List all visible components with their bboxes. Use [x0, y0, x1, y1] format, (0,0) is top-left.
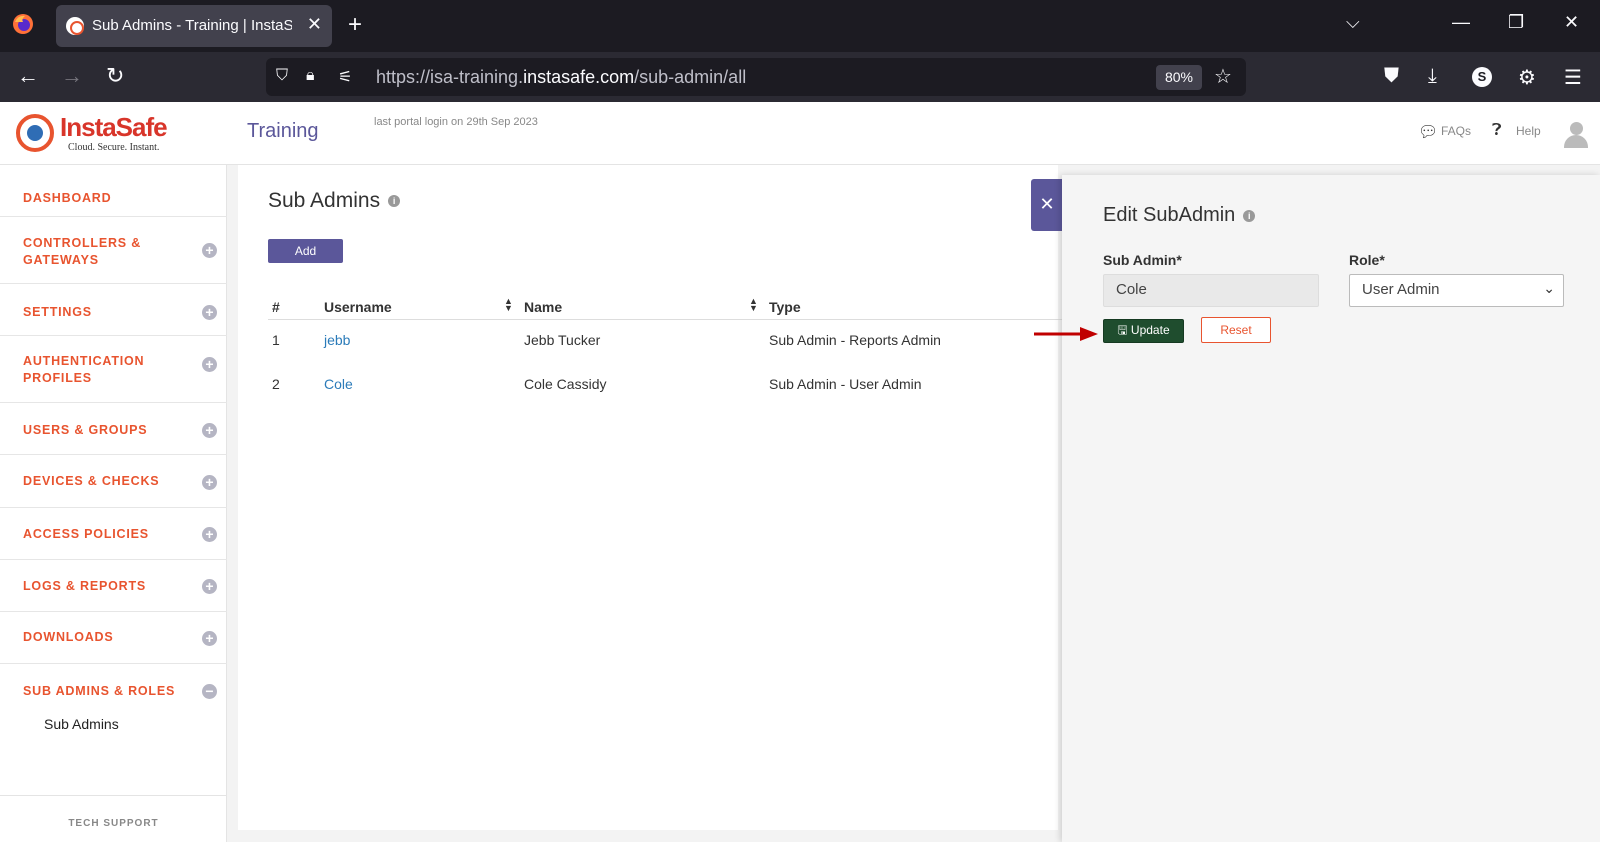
- expand-plus-icon[interactable]: +: [202, 631, 217, 646]
- url-text[interactable]: https://isa-training.instasafe.com/sub-a…: [376, 67, 746, 88]
- main-panel: Sub Admins i Add # Username ▲ ▼ Name ▲ ▼ Ty…: [238, 165, 1068, 830]
- browser-tab-active[interactable]: Sub Admins - Training | InstaSafe ✕: [56, 5, 332, 47]
- expand-plus-icon[interactable]: +: [202, 527, 217, 542]
- role-select[interactable]: User Admin ⌄: [1349, 274, 1564, 307]
- sidebar-item-dashboard[interactable]: DASHBOARD: [0, 165, 227, 217]
- expand-plus-icon[interactable]: +: [202, 475, 217, 490]
- forward-arrow-icon[interactable]: →: [61, 63, 83, 89]
- expand-plus-icon[interactable]: +: [202, 579, 217, 594]
- download-icon[interactable]: ⤓: [1428, 65, 1437, 88]
- faqs-link[interactable]: FAQs: [1441, 124, 1471, 138]
- new-tab-icon[interactable]: +: [348, 11, 362, 39]
- chevron-down-icon[interactable]: ⌵: [1346, 12, 1360, 33]
- column-header-type: Type: [769, 299, 801, 315]
- sidebar-item-downloads[interactable]: DOWNLOADS +: [0, 612, 227, 664]
- shield-icon[interactable]: ⛉: [276, 67, 288, 85]
- expand-plus-icon[interactable]: +: [202, 305, 217, 320]
- app-header: InstaSafe Cloud. Secure. Instant. Traini…: [0, 102, 1600, 165]
- edit-subadmin-drawer: Edit SubAdmin i Sub Admin* Role* Cole Use…: [1062, 175, 1600, 842]
- page: InstaSafe Cloud. Secure. Instant. Traini…: [0, 102, 1600, 842]
- column-header-name[interactable]: Name: [524, 299, 562, 315]
- extensions-icon[interactable]: ⚙: [1518, 65, 1536, 90]
- info-icon[interactable]: i: [388, 195, 401, 208]
- help-icon[interactable]: ❓︎: [1492, 122, 1502, 140]
- restore-icon[interactable]: ❐: [1508, 12, 1524, 33]
- org-name: Training: [247, 120, 319, 142]
- chevron-down-icon: ⌄: [1543, 280, 1555, 296]
- save-icon: 🖫︎: [1117, 322, 1131, 337]
- sidebar-item-authentication-profiles[interactable]: AUTHENTICATION PROFILES +: [0, 336, 227, 403]
- instasafe-logo[interactable]: InstaSafe Cloud. Secure. Instant.: [16, 112, 168, 156]
- url-bar[interactable]: ⛉ 🔒︎ ⚟ https://isa-training.instasafe.co…: [266, 58, 1246, 96]
- close-tab-icon[interactable]: ✕: [307, 14, 322, 35]
- sidebar: DASHBOARD CONTROLLERS & GATEWAYS + SETTI…: [0, 165, 227, 842]
- expand-plus-icon[interactable]: +: [202, 423, 217, 438]
- sidebar-item-settings[interactable]: SETTINGS +: [0, 284, 227, 336]
- back-arrow-icon[interactable]: ←: [17, 63, 39, 89]
- sort-icon[interactable]: ▲ ▼: [504, 297, 513, 313]
- sidebar-item-devices-checks[interactable]: DEVICES & CHECKS +: [0, 455, 227, 508]
- column-header-num: #: [272, 299, 280, 315]
- profile-avatar[interactable]: S: [1472, 67, 1492, 87]
- lock-icon[interactable]: 🔒︎: [306, 67, 315, 85]
- firefox-icon[interactable]: [12, 13, 34, 35]
- annotation-arrow-icon: [1034, 327, 1098, 341]
- logo-ring-icon: [16, 114, 54, 152]
- username-link[interactable]: Cole: [324, 376, 353, 392]
- sidebar-item-controllers-gateways[interactable]: CONTROLLERS & GATEWAYS +: [0, 217, 227, 284]
- browser-tab-bar: Sub Admins - Training | InstaSafe ✕ + ⌵ …: [0, 0, 1600, 52]
- zoom-level[interactable]: 80%: [1156, 65, 1202, 90]
- username-link[interactable]: jebb: [324, 332, 350, 348]
- sidebar-item-sub-admins-roles[interactable]: SUB ADMINS & ROLES − Sub Admins: [0, 664, 227, 759]
- table-header: # Username ▲ ▼ Name ▲ ▼ Type: [268, 295, 1068, 320]
- reload-icon[interactable]: ↻: [106, 63, 124, 89]
- sub-admin-field: Cole: [1103, 274, 1319, 307]
- last-login-text: last portal login on 29th Sep 2023: [374, 116, 538, 128]
- pocket-icon[interactable]: ⛊: [1384, 65, 1399, 88]
- role-label: Role*: [1349, 252, 1385, 268]
- expand-plus-icon[interactable]: +: [202, 357, 217, 372]
- minimize-icon[interactable]: —: [1452, 12, 1470, 33]
- reset-button[interactable]: Reset: [1201, 317, 1271, 343]
- instasafe-favicon-icon: [66, 17, 84, 35]
- drawer-title: Edit SubAdmin i: [1103, 204, 1256, 227]
- sidebar-subitem-sub-admins[interactable]: Sub Admins: [44, 716, 119, 732]
- menu-icon[interactable]: ☰: [1564, 65, 1582, 90]
- sub-admin-label: Sub Admin*: [1103, 252, 1182, 268]
- tech-support-link[interactable]: TECH SUPPORT: [0, 795, 227, 842]
- expand-plus-icon[interactable]: +: [202, 243, 217, 258]
- drawer-close-button[interactable]: ✕: [1031, 179, 1063, 231]
- sort-icon[interactable]: ▲ ▼: [749, 297, 758, 313]
- update-button[interactable]: 🖫︎ Update: [1103, 319, 1184, 343]
- table-row: 1 jebb Jebb Tucker Sub Admin - Reports A…: [272, 332, 941, 348]
- user-avatar-icon[interactable]: [1564, 122, 1588, 148]
- column-header-username[interactable]: Username: [324, 299, 392, 315]
- sidebar-item-users-groups[interactable]: USERS & GROUPS +: [0, 403, 227, 455]
- permissions-icon[interactable]: ⚟: [338, 67, 352, 87]
- info-icon[interactable]: i: [1243, 209, 1256, 222]
- collapse-minus-icon[interactable]: −: [202, 684, 217, 699]
- sidebar-item-access-policies[interactable]: ACCESS POLICIES +: [0, 508, 227, 560]
- help-link[interactable]: Help: [1516, 124, 1541, 138]
- table-row: 2 Cole Cole Cassidy Sub Admin - User Adm…: [272, 376, 922, 392]
- bookmark-star-icon[interactable]: ☆: [1214, 64, 1232, 89]
- sidebar-item-logs-reports[interactable]: LOGS & REPORTS +: [0, 560, 227, 612]
- add-button[interactable]: Add: [268, 239, 343, 263]
- page-title: Sub Admins i: [268, 189, 401, 213]
- faq-chat-icon[interactable]: 💬︎: [1418, 122, 1438, 142]
- close-window-icon[interactable]: ✕: [1564, 12, 1579, 33]
- browser-nav-bar: ← → ↻ ⛉ 🔒︎ ⚟ https://isa-training.instas…: [0, 52, 1600, 102]
- tab-title: Sub Admins - Training | InstaSafe: [92, 17, 292, 34]
